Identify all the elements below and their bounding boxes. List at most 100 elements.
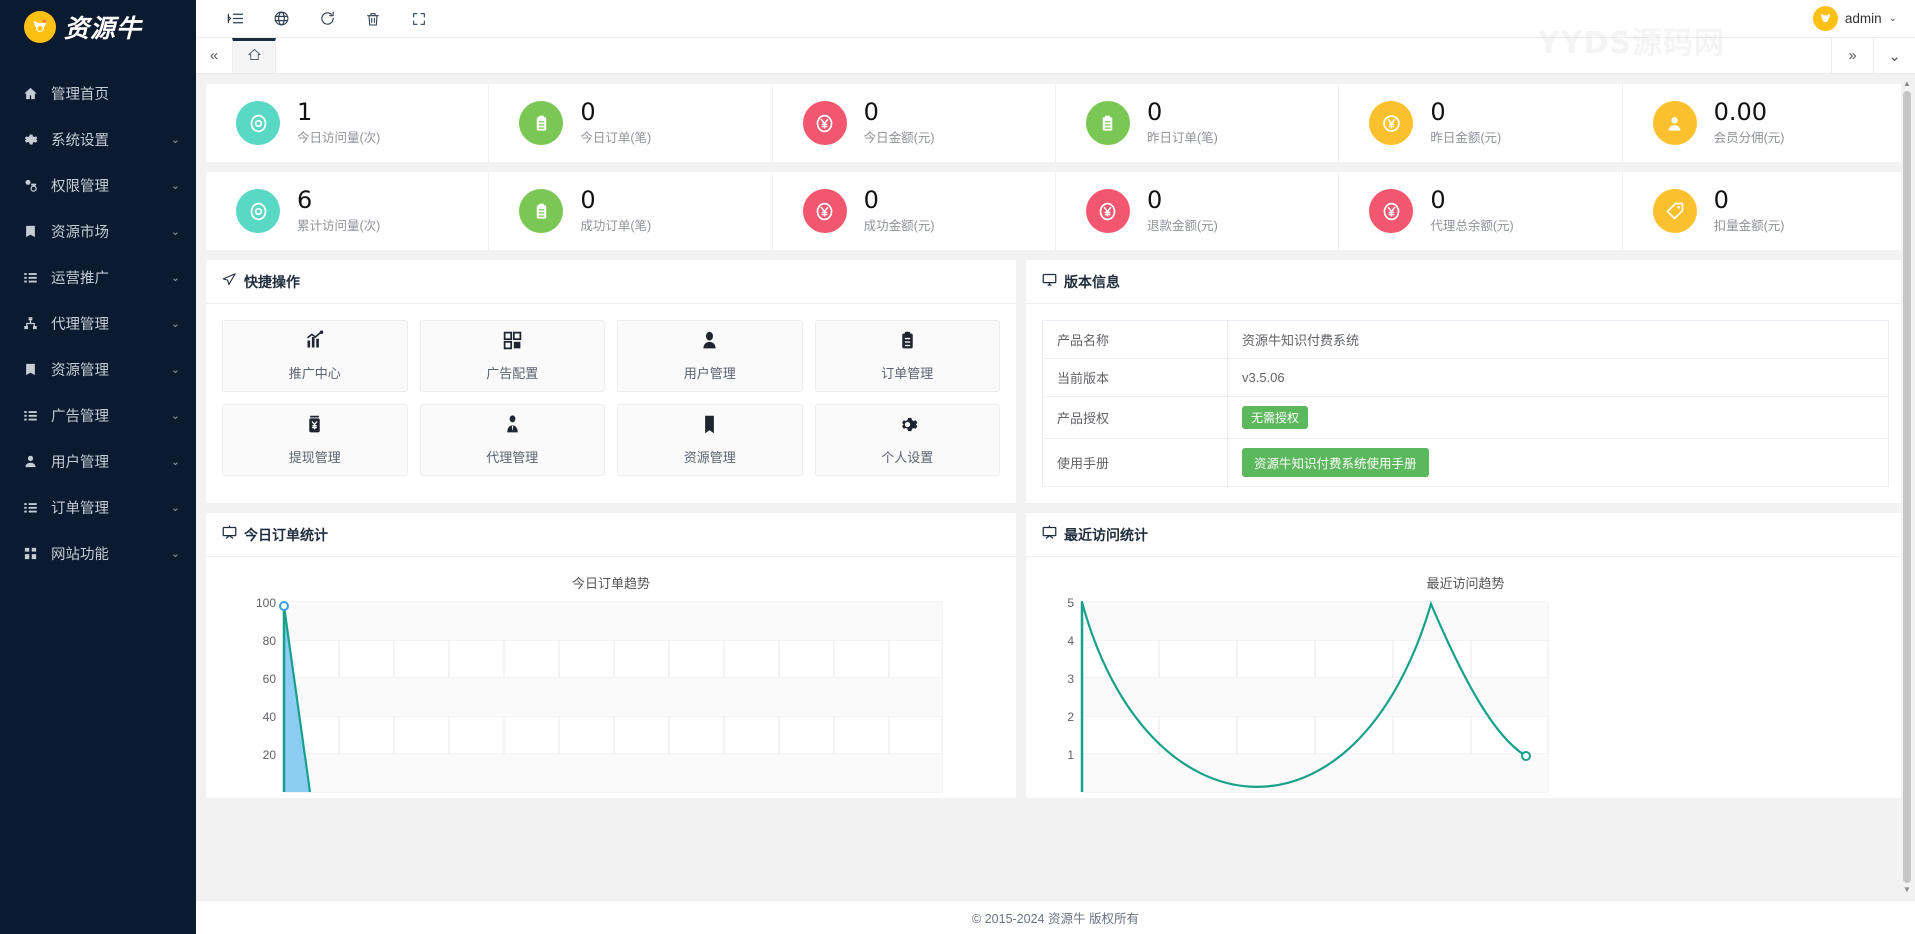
stat-value: 6 <box>297 188 380 213</box>
stat-label: 累计访问量(次) <box>297 215 380 234</box>
chevron-down-icon: ⌄ <box>171 225 180 238</box>
sidebar-item-label: 资源管理 <box>51 359 171 380</box>
sidebar-item-label: 系统设置 <box>51 129 171 150</box>
sidebar-item-ads[interactable]: 广告管理 ⌄ <box>0 392 196 438</box>
today-orders-chart[interactable]: 100 80 60 40 20 <box>206 598 1016 798</box>
chevron-down-icon: ⌄ <box>171 455 180 468</box>
quick-actions-panel: 快捷操作 推广中心 <box>206 260 1016 503</box>
scroll-up-arrow[interactable]: ▲ <box>1903 78 1911 90</box>
sidebar-item-system-settings[interactable]: 系统设置 ⌄ <box>0 116 196 162</box>
sidebar-item-label: 管理首页 <box>51 83 180 104</box>
eye-target-icon <box>236 101 280 145</box>
version-info-body: 产品名称 资源牛知识付费系统 当前版本 v3.5.06 产品授权 <box>1026 304 1905 503</box>
stat-card-agent-balance: 0 代理总余额(元) <box>1339 172 1622 250</box>
quick-action-user-manage[interactable]: 用户管理 <box>617 320 803 392</box>
sidebar-item-label: 运营推广 <box>51 267 171 288</box>
sidebar-item-resource-manage[interactable]: 资源管理 ⌄ <box>0 346 196 392</box>
sidebar-item-agent[interactable]: 代理管理 ⌄ <box>0 300 196 346</box>
trash-icon[interactable] <box>350 0 396 38</box>
row-key: 产品名称 <box>1043 321 1228 359</box>
clipboard-icon <box>519 189 563 233</box>
quick-action-label: 提现管理 <box>289 447 341 466</box>
quick-action-ad-config[interactable]: 广告配置 <box>420 320 606 392</box>
bull-logo-icon <box>24 11 56 43</box>
scroll-down-arrow[interactable]: ▼ <box>1903 884 1911 896</box>
svg-text:2: 2 <box>1067 710 1074 724</box>
sidebar-item-operations[interactable]: 运营推广 ⌄ <box>0 254 196 300</box>
stat-label: 会员分佣(元) <box>1714 127 1785 146</box>
manual-link-button[interactable]: 资源牛知识付费系统使用手册 <box>1242 448 1429 477</box>
stat-card-deduction-amount: 0 扣量金额(元) <box>1623 172 1905 250</box>
tabs-scroll-right-button[interactable]: » <box>1831 38 1873 73</box>
stat-label: 退款金额(元) <box>1147 215 1218 234</box>
svg-text:5: 5 <box>1067 598 1074 610</box>
stat-value: 0 <box>1714 188 1785 213</box>
tabs-scroll-left-button[interactable]: « <box>196 38 232 73</box>
sidebar-item-label: 资源市场 <box>51 221 171 242</box>
quick-action-agent-manage[interactable]: 代理管理 <box>420 404 606 476</box>
stat-label: 昨日金额(元) <box>1430 127 1501 146</box>
quick-action-order-manage[interactable]: 订单管理 <box>815 320 1001 392</box>
stat-value: 0 <box>1430 100 1501 125</box>
today-orders-chart-panel: 今日订单统计 今日订单趋势 <box>206 513 1016 798</box>
chevron-down-icon: ⌄ <box>171 271 180 284</box>
yuan-icon <box>803 189 847 233</box>
home-icon <box>247 47 262 67</box>
tab-strip: « » ⌄ <box>196 38 1915 74</box>
sidebar-item-dashboard[interactable]: 管理首页 <box>0 70 196 116</box>
scrollbar-thumb[interactable] <box>1903 91 1911 883</box>
version-info-table: 产品名称 资源牛知识付费系统 当前版本 v3.5.06 产品授权 <box>1042 320 1889 487</box>
sidebar-item-label: 权限管理 <box>51 175 171 196</box>
stat-card-yesterday-amount: 0 昨日金额(元) <box>1339 84 1622 162</box>
stat-value: 1 <box>297 100 380 125</box>
tab-home[interactable] <box>232 38 276 73</box>
sidebar-item-label: 用户管理 <box>51 451 171 472</box>
sidebar-item-orders[interactable]: 订单管理 ⌄ <box>0 484 196 530</box>
user-menu[interactable]: admin ⌄ <box>1813 6 1915 31</box>
menu-indent-icon[interactable] <box>212 0 258 38</box>
table-row: 使用手册 资源牛知识付费系统使用手册 <box>1043 439 1889 487</box>
grid-icon <box>20 546 40 561</box>
stat-label: 今日订单(笔) <box>580 127 651 146</box>
quick-action-label: 推广中心 <box>289 363 341 382</box>
quick-action-resource-manage[interactable]: 资源管理 <box>617 404 803 476</box>
quick-action-promotion-center[interactable]: 推广中心 <box>222 320 408 392</box>
stat-card-refund-amount: 0 退款金额(元) <box>1056 172 1339 250</box>
globe-icon[interactable] <box>258 0 304 38</box>
brand[interactable]: 资源牛 <box>0 0 196 54</box>
quick-actions-body: 推广中心 广告配置 <box>206 304 1016 492</box>
list-icon <box>20 408 40 423</box>
quick-action-label: 资源管理 <box>684 447 736 466</box>
quick-action-withdraw-manage[interactable]: 提现管理 <box>222 404 408 476</box>
row-key: 当前版本 <box>1043 359 1228 397</box>
recent-visits-chart-header: 最近访问统计 <box>1026 513 1905 557</box>
panels-row-1: 快捷操作 推广中心 <box>206 260 1905 503</box>
svg-text:3: 3 <box>1067 672 1074 686</box>
book-icon <box>20 224 40 239</box>
agent-person-icon <box>502 414 523 440</box>
chevron-down-icon: ⌄ <box>171 409 180 422</box>
yuan-icon <box>803 101 847 145</box>
sidebar-item-website[interactable]: 网站功能 ⌄ <box>0 530 196 576</box>
sidebar-item-label: 代理管理 <box>51 313 171 334</box>
top-toolbar: admin ⌄ <box>196 0 1915 38</box>
recent-visits-chart-panel: 最近访问统计 最近访问趋势 <box>1026 513 1905 798</box>
sidebar-item-resource-market[interactable]: 资源市场 ⌄ <box>0 208 196 254</box>
content-scrollbar[interactable]: ▲ ▼ <box>1901 78 1913 896</box>
stats-row-total: 6 累计访问量(次) 0 成功订单(笔) <box>206 172 1905 250</box>
eye-target-icon <box>236 189 280 233</box>
quick-action-personal-settings[interactable]: 个人设置 <box>815 404 1001 476</box>
refresh-icon[interactable] <box>304 0 350 38</box>
tabs-menu-button[interactable]: ⌄ <box>1873 38 1915 73</box>
monitor-icon <box>1042 272 1057 292</box>
recent-visits-chart[interactable]: 5 4 3 2 1 <box>1026 598 1905 798</box>
stat-card-member-commission: 0.00 会员分佣(元) <box>1623 84 1905 162</box>
panel-title: 最近访问统计 <box>1064 525 1148 545</box>
fullscreen-icon[interactable] <box>396 0 442 38</box>
svg-text:40: 40 <box>263 710 277 724</box>
sidebar-item-permission[interactable]: 权限管理 ⌄ <box>0 162 196 208</box>
key-user-icon <box>20 178 40 193</box>
chevron-down-icon: ⌄ <box>171 547 180 560</box>
stat-card-today-orders: 0 今日订单(笔) <box>489 84 772 162</box>
sidebar-item-users[interactable]: 用户管理 ⌄ <box>0 438 196 484</box>
